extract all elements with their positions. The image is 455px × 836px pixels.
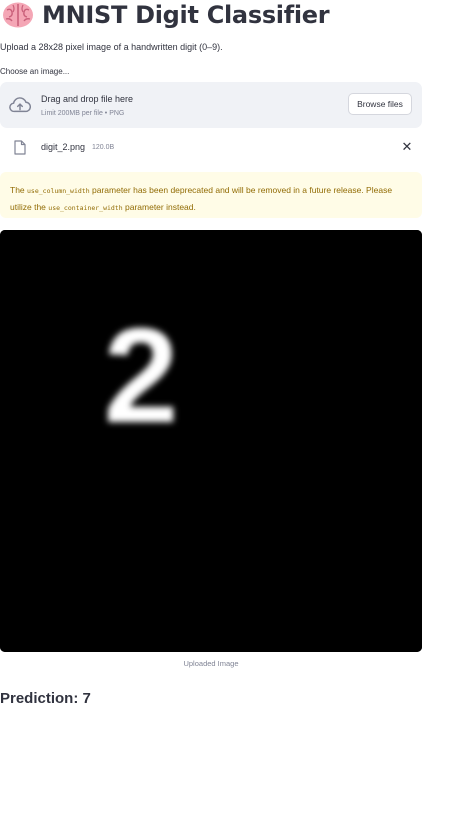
digit-image: 2 <box>0 230 422 652</box>
image-caption: Uploaded Image <box>183 659 239 668</box>
drop-limit: Limit 200MB per file • PNG <box>41 110 125 117</box>
deprecation-warning: The use_column_width parameter has been … <box>0 172 422 218</box>
warning-code-2: use_container_width <box>48 204 123 212</box>
drop-title: Drag and drop file here <box>41 94 134 104</box>
uploaded-file-row: digit_2.png 120.0B ✕ <box>0 138 422 158</box>
intro-text: Upload a 28x28 pixel image of a handwrit… <box>0 42 223 52</box>
file-icon <box>14 140 26 155</box>
warning-text-3: parameter instead. <box>122 202 196 212</box>
file-size: 120.0B <box>92 144 115 151</box>
warning-text-1: The <box>10 185 28 195</box>
warning-code-1: use_column_width <box>27 187 90 195</box>
prediction-result: Prediction: 7 <box>0 690 91 707</box>
brain-icon <box>3 2 33 28</box>
file-dropzone[interactable]: Drag and drop file here Limit 200MB per … <box>0 82 422 128</box>
digit-glyph: 2 <box>103 300 178 451</box>
page-title-row: MNIST Digit Classifier <box>2 0 330 30</box>
browse-files-button[interactable]: Browse files <box>348 93 412 115</box>
page-title: MNIST Digit Classifier <box>42 1 330 29</box>
close-icon[interactable]: ✕ <box>400 140 414 154</box>
uploaded-image: 2 <box>0 230 422 652</box>
uploader-label: Choose an image... <box>0 67 70 76</box>
file-name: digit_2.png <box>41 142 86 152</box>
cloud-upload-icon <box>9 97 31 113</box>
